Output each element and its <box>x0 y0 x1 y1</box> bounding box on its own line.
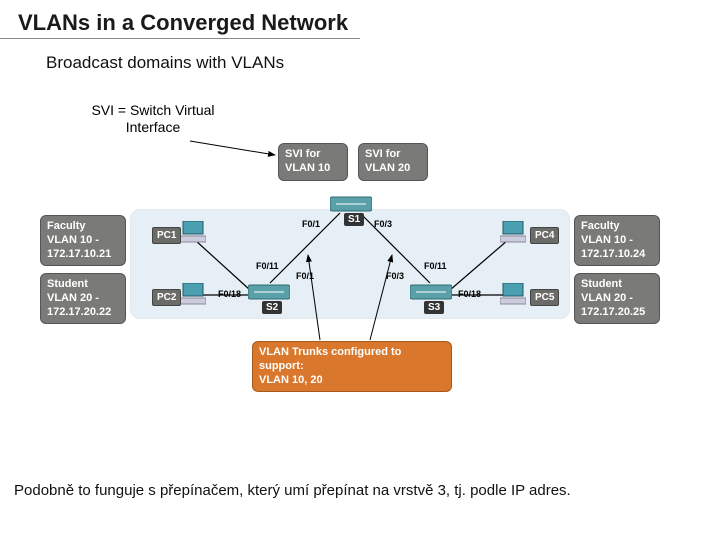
student-label-r: Student <box>581 278 653 292</box>
pc5-icon <box>500 283 526 305</box>
svi-vlan10: VLAN 10 <box>285 162 341 176</box>
switch-s1-icon <box>330 193 372 215</box>
switch-s3-icon <box>410 281 452 303</box>
stu-left-l2: VLAN 20 - <box>47 292 119 306</box>
faculty-right-box: Faculty VLAN 10 - 172.17.10.24 <box>574 215 660 266</box>
page-title: VLANs in a Converged Network <box>0 0 360 39</box>
student-label-l: Student <box>47 278 119 292</box>
footer-note: Podobně to funguje s přepínačem, který u… <box>14 481 704 501</box>
student-right-box: Student VLAN 20 - 172.17.20.25 <box>574 273 660 324</box>
stu-left-l3: 172.17.20.22 <box>47 306 119 320</box>
stu-right-l3: 172.17.20.25 <box>581 306 653 320</box>
port-s3-f03: F0/3 <box>386 271 404 281</box>
svi-line1: SVI = Switch Virtual <box>78 102 228 119</box>
port-s1-f01: F0/1 <box>302 219 320 229</box>
s2-label: S2 <box>262 301 282 314</box>
faculty-label-l: Faculty <box>47 220 119 234</box>
pc1-label: PC1 <box>152 227 181 244</box>
stu-right-l2: VLAN 20 - <box>581 292 653 306</box>
fac-left-l3: 172.17.10.21 <box>47 248 119 262</box>
trunk-l1: VLAN Trunks configured to support: <box>259 346 445 374</box>
fac-right-l2: VLAN 10 - <box>581 234 653 248</box>
port-s2-f011: F0/11 <box>256 261 279 271</box>
port-s3-f011: F0/11 <box>424 261 447 271</box>
svi-box-vlan20: SVI for VLAN 20 <box>358 143 428 181</box>
svi-line2: Interface <box>78 119 228 136</box>
trunk-l2: VLAN 10, 20 <box>259 374 445 388</box>
network-diagram: SVI for VLAN 10 SVI for VLAN 20 Faculty … <box>40 135 680 395</box>
port-s1-f03: F0/3 <box>374 219 392 229</box>
pc4-label: PC4 <box>530 227 559 244</box>
switch-s2-icon <box>248 281 290 303</box>
svi-for-2: SVI for <box>365 148 421 162</box>
svi-vlan20: VLAN 20 <box>365 162 421 176</box>
fac-right-l3: 172.17.10.24 <box>581 248 653 262</box>
svi-definition: SVI = Switch Virtual Interface <box>78 102 228 136</box>
pc2-icon <box>180 283 206 305</box>
trunk-config-box: VLAN Trunks configured to support: VLAN … <box>252 341 452 392</box>
port-s3-f018: F0/18 <box>458 289 481 299</box>
pc4-icon <box>500 221 526 243</box>
pc5-label: PC5 <box>530 289 559 306</box>
faculty-label-r: Faculty <box>581 220 653 234</box>
faculty-left-box: Faculty VLAN 10 - 172.17.10.21 <box>40 215 126 266</box>
pc1-icon <box>180 221 206 243</box>
svi-for-1: SVI for <box>285 148 341 162</box>
fac-left-l2: VLAN 10 - <box>47 234 119 248</box>
svi-box-vlan10: SVI for VLAN 10 <box>278 143 348 181</box>
pc2-label: PC2 <box>152 289 181 306</box>
student-left-box: Student VLAN 20 - 172.17.20.22 <box>40 273 126 324</box>
page-subtitle: Broadcast domains with VLANs <box>0 53 720 73</box>
s1-label: S1 <box>344 213 364 226</box>
port-s2-f01: F0/1 <box>296 271 314 281</box>
port-s2-f018: F0/18 <box>218 289 241 299</box>
s3-label: S3 <box>424 301 444 314</box>
